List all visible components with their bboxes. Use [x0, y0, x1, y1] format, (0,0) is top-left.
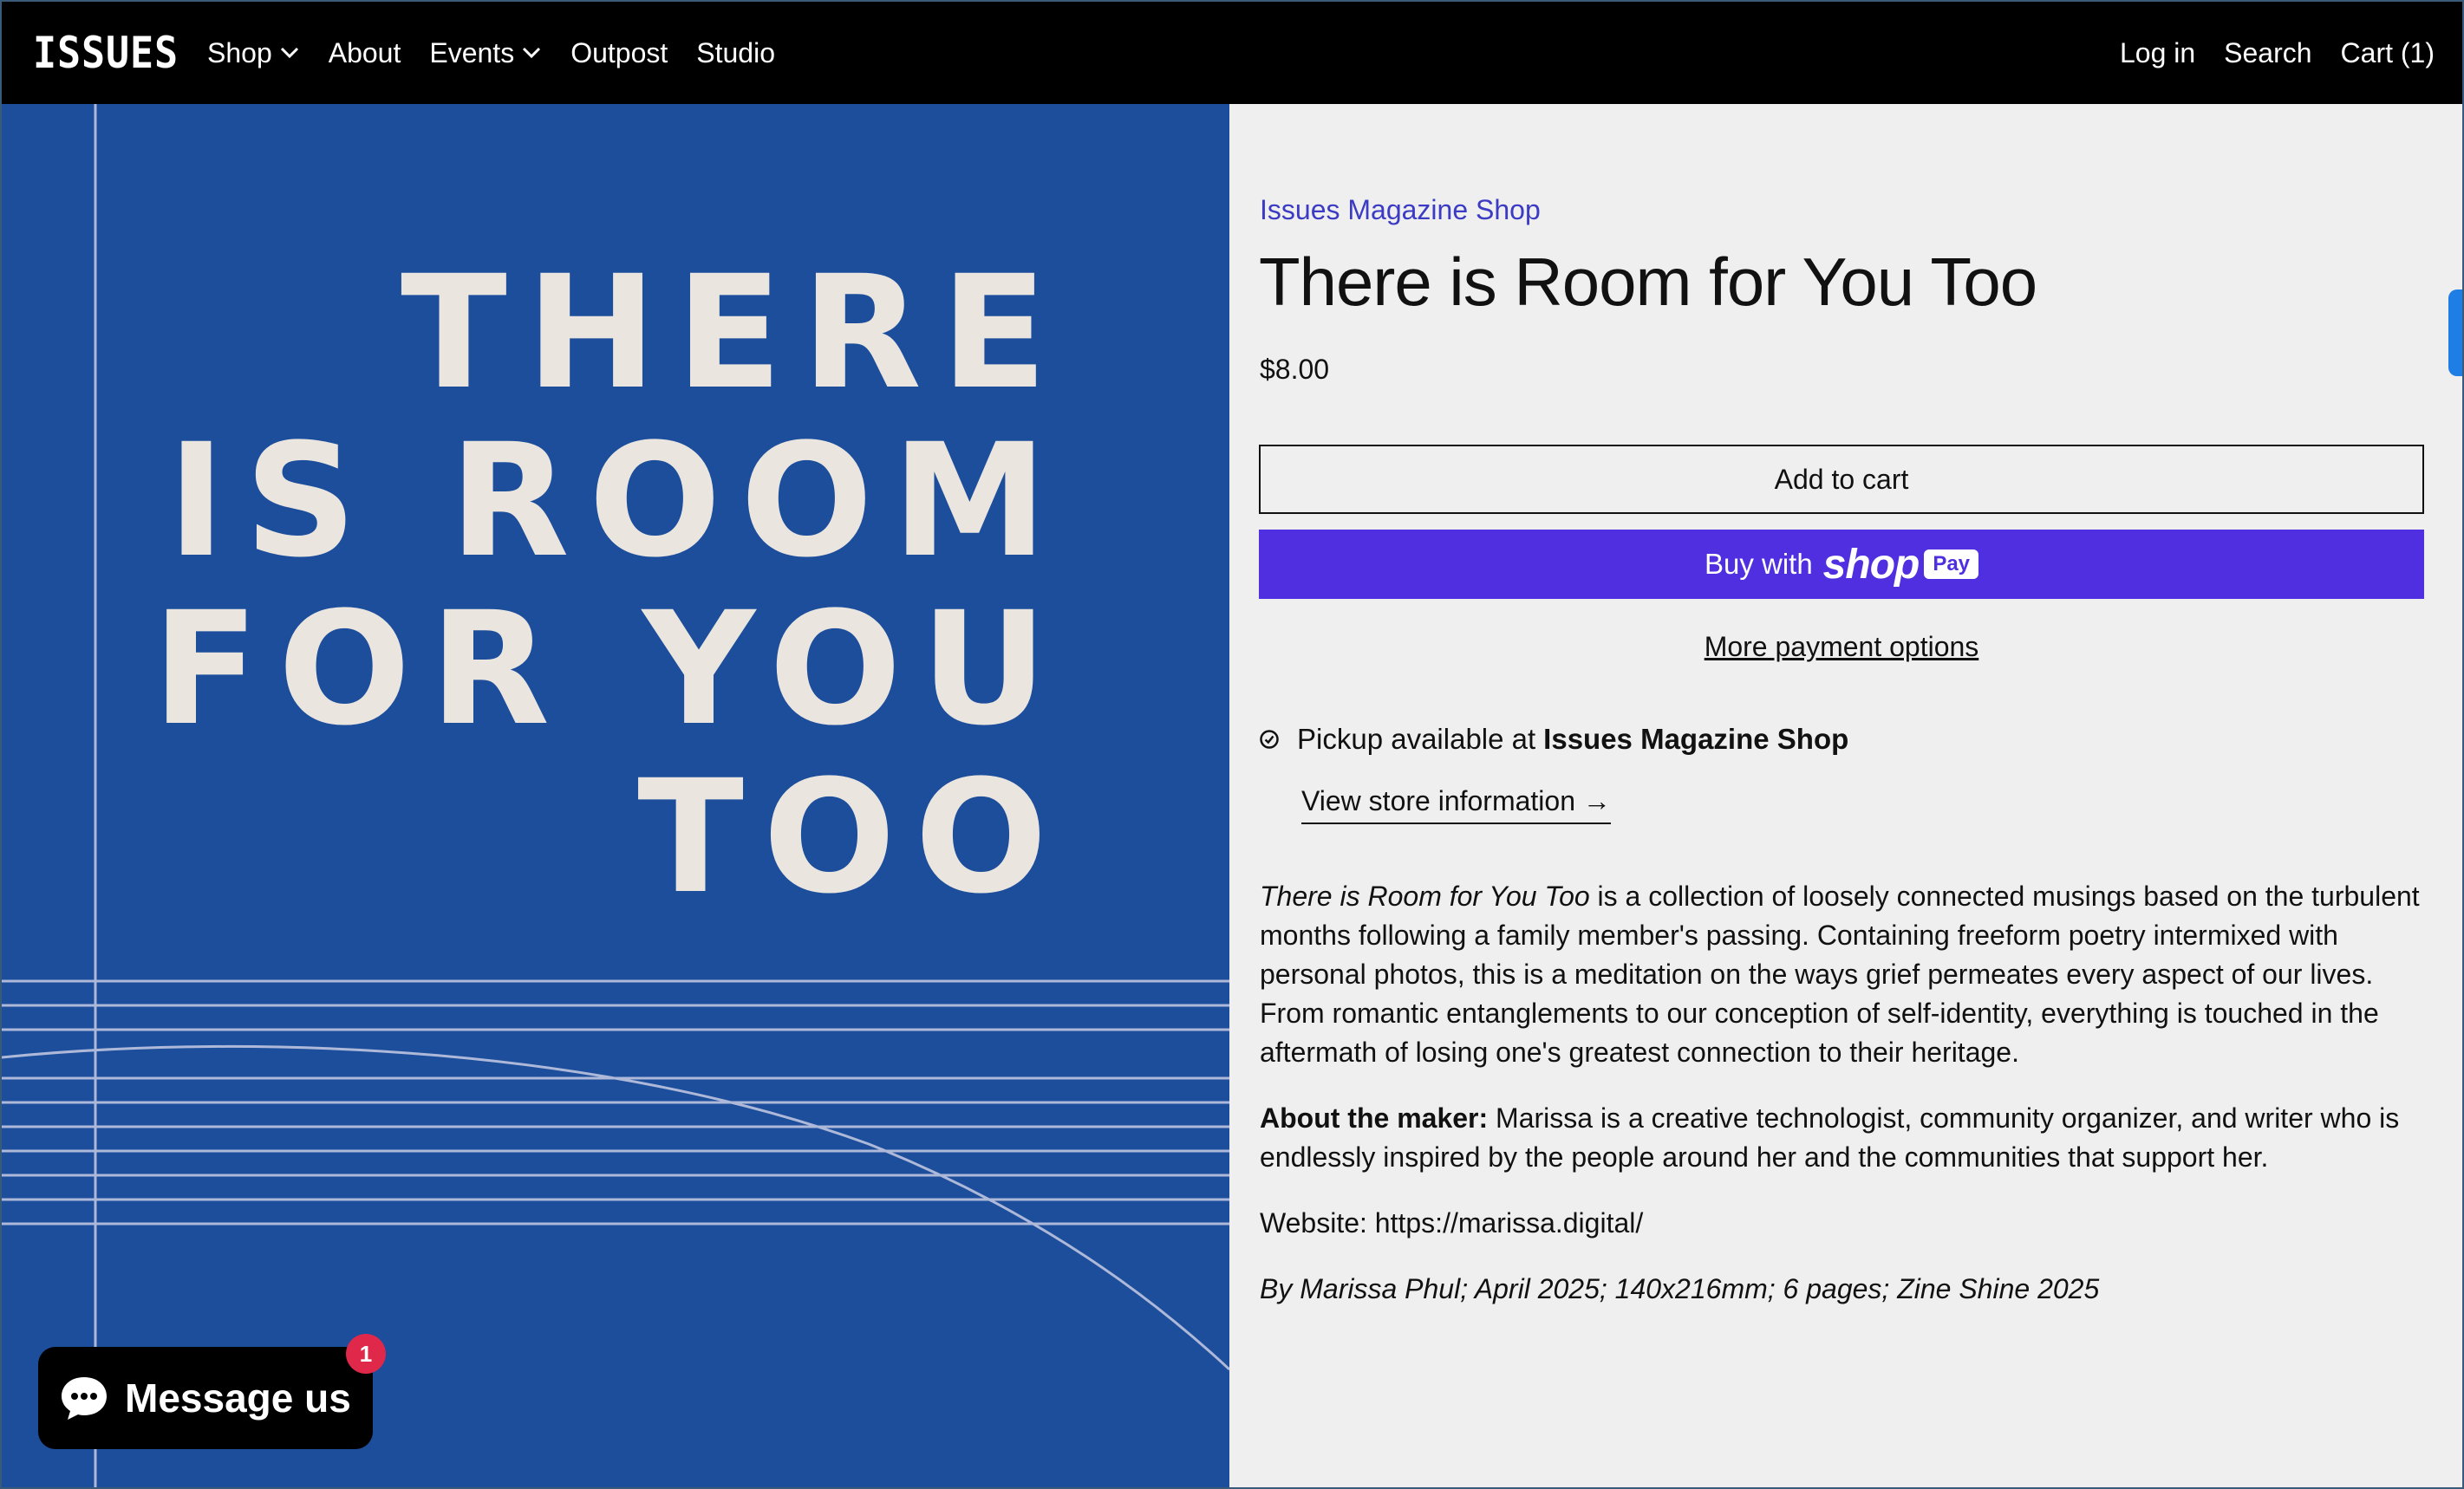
nav-shop-label: Shop	[207, 36, 272, 68]
chevron-down-icon	[280, 47, 298, 59]
shop-logo: shop	[1822, 541, 1920, 588]
login-link[interactable]: Log in	[2120, 37, 2195, 69]
product-description: There is Room for You Too is a collectio…	[1260, 877, 2439, 1336]
check-circle-icon	[1260, 730, 1279, 749]
product-info: Issues Magazine Shop There is Room for Y…	[1229, 104, 2462, 1487]
nav-studio-label: Studio	[696, 36, 775, 68]
about-maker-label: About the maker:	[1260, 1102, 1489, 1134]
nav-shop[interactable]: Shop	[207, 37, 300, 69]
pickup-location: Issues Magazine Shop	[1543, 723, 1849, 755]
add-to-cart-button[interactable]: Add to cart	[1259, 445, 2424, 514]
view-store-information-link[interactable]: View store information →	[1301, 785, 1611, 824]
product-image[interactable]: THERE IS ROOM FOR YOU TOO	[2, 104, 1229, 1487]
hero-line-3: FOR YOU	[152, 579, 1066, 760]
credits-line: By Marissa Phul; April 2025; 140x216mm; …	[1260, 1273, 2100, 1304]
product-title: There is Room for You Too	[1259, 244, 2037, 320]
vendor-link[interactable]: Issues Magazine Shop	[1260, 194, 1541, 226]
more-payment-options-link[interactable]: More payment options	[1259, 631, 2424, 663]
hero-line-2: IS ROOM	[166, 411, 1066, 592]
hero-title-art: THERE IS ROOM FOR YOU TOO	[2, 250, 1066, 922]
chat-notification-badge: 1	[346, 1334, 386, 1374]
hero-line-4: TOO	[637, 747, 1066, 928]
nav-outpost[interactable]: Outpost	[570, 37, 668, 69]
browser-page: ISSUES Shop About Events Outpost Studio …	[0, 0, 2464, 1489]
issues-logo[interactable]: ISSUES	[33, 28, 179, 78]
buy-with-label: Buy with	[1704, 548, 1813, 580]
hero-line-1: THERE	[401, 243, 1066, 424]
nav-events-label: Events	[429, 36, 515, 68]
search-link[interactable]: Search	[2224, 37, 2311, 69]
nav-about[interactable]: About	[329, 37, 401, 69]
message-us-button[interactable]: Message us	[38, 1347, 373, 1449]
message-us-label: Message us	[125, 1375, 351, 1421]
top-navigation-bar: ISSUES Shop About Events Outpost Studio …	[2, 2, 2462, 104]
nav-studio[interactable]: Studio	[696, 37, 775, 69]
chat-bubble-icon	[62, 1377, 107, 1420]
pickup-availability: Pickup available at Issues Magazine Shop	[1259, 723, 1848, 756]
cart-link[interactable]: Cart (1)	[2341, 37, 2435, 69]
pickup-prefix: Pickup available at	[1297, 723, 1536, 755]
nav-events[interactable]: Events	[429, 37, 542, 69]
nav-about-label: About	[328, 36, 401, 68]
shop-pay-button[interactable]: Buy with shop Pay	[1259, 530, 2424, 599]
description-title: There is Room for You Too	[1260, 881, 1590, 912]
account-nav: Log in Search Cart (1)	[2091, 2, 2435, 104]
main-nav: Shop About Events Outpost Studio	[207, 2, 804, 104]
about-maker-paragraph: About the maker: Marissa is a creative t…	[1260, 1099, 2439, 1177]
description-paragraph: There is Room for You Too is a collectio…	[1260, 877, 2439, 1072]
pay-pill: Pay	[1924, 549, 1979, 579]
scrollbar-thumb[interactable]	[2448, 289, 2462, 376]
website-line: Website: https://marissa.digital/	[1260, 1207, 1644, 1239]
nav-outpost-label: Outpost	[570, 36, 668, 68]
chevron-down-icon	[523, 47, 541, 59]
product-price: $8.00	[1260, 354, 1330, 385]
